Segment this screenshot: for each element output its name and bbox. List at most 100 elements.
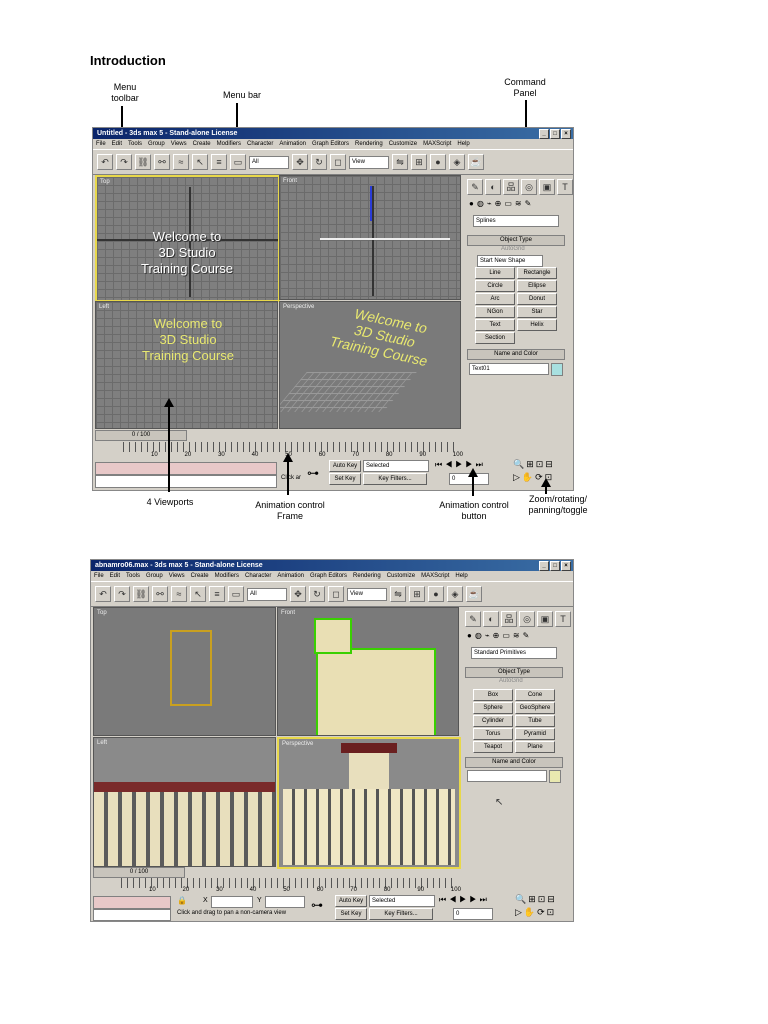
- menu-views[interactable]: Views: [169, 571, 185, 581]
- hierarchy-tab-icon[interactable]: 品: [501, 611, 517, 627]
- undo-icon[interactable]: ↶: [97, 154, 113, 170]
- key-icon[interactable]: ⊶: [311, 898, 323, 912]
- modify-tab-icon[interactable]: ◐: [483, 611, 499, 627]
- key-mode-dropdown[interactable]: Selected: [363, 460, 429, 472]
- section-button[interactable]: Section: [475, 332, 515, 344]
- select-icon[interactable]: ↖: [190, 586, 206, 602]
- auto-key-button[interactable]: Auto Key: [329, 460, 361, 472]
- viewport-front[interactable]: Front: [279, 175, 461, 300]
- menu-customize[interactable]: Customize: [389, 139, 417, 149]
- selection-filter-dropdown[interactable]: All: [249, 155, 289, 169]
- menu-create[interactable]: Create: [193, 139, 211, 149]
- menu-graph-editors[interactable]: Graph Editors: [312, 139, 349, 149]
- set-key-button[interactable]: Set Key: [335, 908, 367, 920]
- y-coordinate-field[interactable]: [265, 896, 305, 908]
- display-tab-icon[interactable]: ▣: [539, 179, 555, 195]
- start-new-shape-checkbox[interactable]: Start New Shape: [477, 255, 543, 267]
- prompt-line[interactable]: [93, 909, 171, 921]
- menu-maxscript[interactable]: MAXScript: [421, 571, 449, 581]
- menu-tools[interactable]: Tools: [128, 139, 142, 149]
- menu-group[interactable]: Group: [146, 571, 163, 581]
- arc-button[interactable]: Arc: [475, 293, 515, 305]
- menu-rendering[interactable]: Rendering: [355, 139, 383, 149]
- cylinder-button[interactable]: Cylinder: [473, 715, 513, 727]
- viewport-top[interactable]: Top Welcome to 3D Studio Training Course: [95, 175, 280, 302]
- prompt-line[interactable]: [95, 475, 277, 488]
- object-color-swatch[interactable]: [551, 363, 563, 376]
- material-editor-icon[interactable]: ●: [430, 154, 446, 170]
- menu-help[interactable]: Help: [457, 139, 469, 149]
- menu-customize[interactable]: Customize: [387, 571, 415, 581]
- key-mode-dropdown[interactable]: Selected: [369, 895, 435, 907]
- rollout-object-type[interactable]: Object Type: [467, 235, 565, 246]
- link-icon[interactable]: ⛓: [135, 154, 151, 170]
- undo-icon[interactable]: ↶: [95, 586, 111, 602]
- key-filters-button[interactable]: Key Filters...: [363, 473, 427, 485]
- pan-orbit-controls[interactable]: ▷✋⟳⊡: [515, 907, 556, 918]
- link-icon[interactable]: ⛓: [133, 586, 149, 602]
- maxscript-listener[interactable]: [95, 462, 277, 475]
- menu-character[interactable]: Character: [247, 139, 273, 149]
- pyramid-button[interactable]: Pyramid: [515, 728, 555, 740]
- mirror-icon[interactable]: ⇋: [392, 154, 408, 170]
- bind-space-warp-icon[interactable]: ≈: [171, 586, 187, 602]
- utilities-tab-icon[interactable]: T: [555, 611, 571, 627]
- time-slider[interactable]: 0 / 100: [93, 867, 185, 878]
- object-name-field[interactable]: [467, 770, 547, 782]
- utilities-tab-icon[interactable]: T: [557, 179, 573, 195]
- viewport-left[interactable]: Left: [93, 737, 276, 867]
- circle-button[interactable]: Circle: [475, 280, 515, 292]
- select-by-name-icon[interactable]: ≡: [211, 154, 227, 170]
- material-editor-icon[interactable]: ●: [428, 586, 444, 602]
- geosphere-button[interactable]: GeoSphere: [515, 702, 555, 714]
- tube-button[interactable]: Tube: [515, 715, 555, 727]
- category-dropdown[interactable]: Standard Primitives: [471, 647, 557, 659]
- select-by-name-icon[interactable]: ≡: [209, 586, 225, 602]
- rectangle-button[interactable]: Rectangle: [517, 267, 557, 279]
- menu-rendering[interactable]: Rendering: [353, 571, 381, 581]
- menu-animation[interactable]: Animation: [279, 139, 306, 149]
- text-button[interactable]: Text: [475, 319, 515, 331]
- maxscript-listener[interactable]: [93, 896, 171, 909]
- torus-button[interactable]: Torus: [473, 728, 513, 740]
- select-rotate-icon[interactable]: ↻: [309, 586, 325, 602]
- display-tab-icon[interactable]: ▣: [537, 611, 553, 627]
- menu-modifiers[interactable]: Modifiers: [215, 571, 239, 581]
- select-rotate-icon[interactable]: ↻: [311, 154, 327, 170]
- menu-maxscript[interactable]: MAXScript: [423, 139, 451, 149]
- create-tab-icon[interactable]: ✎: [467, 179, 483, 195]
- viewport-top[interactable]: Top: [93, 607, 276, 736]
- key-filters-button[interactable]: Key Filters...: [369, 908, 433, 920]
- autogrid-checkbox[interactable]: AutoGrid: [501, 246, 525, 252]
- lock-selection-icon[interactable]: 🔒: [177, 896, 187, 905]
- sphere-button[interactable]: Sphere: [473, 702, 513, 714]
- playback-controls[interactable]: ⏮◀▶▶⏭: [439, 895, 490, 905]
- render-scene-icon[interactable]: ◈: [447, 586, 463, 602]
- object-category-icons[interactable]: ●◍⌁⊕▭≋✎: [469, 199, 534, 208]
- cone-button[interactable]: Cone: [515, 689, 555, 701]
- unlink-icon[interactable]: ⚯: [152, 586, 168, 602]
- key-icon[interactable]: ⊶: [307, 466, 319, 480]
- mirror-icon[interactable]: ⇋: [390, 586, 406, 602]
- bind-space-warp-icon[interactable]: ≈: [173, 154, 189, 170]
- hierarchy-tab-icon[interactable]: 品: [503, 179, 519, 195]
- reference-coord-dropdown[interactable]: View: [349, 155, 389, 169]
- object-category-icons[interactable]: ●◍⌁⊕▭≋✎: [467, 631, 532, 640]
- ngon-button[interactable]: NGon: [475, 306, 515, 318]
- align-icon[interactable]: ⊞: [411, 154, 427, 170]
- autogrid-checkbox[interactable]: AutoGrid: [499, 678, 523, 684]
- helix-button[interactable]: Helix: [517, 319, 557, 331]
- current-frame-field[interactable]: 0: [453, 908, 493, 920]
- select-scale-icon[interactable]: ◻: [328, 586, 344, 602]
- viewport-perspective[interactable]: Perspective Welcome to 3D Studio Trainin…: [279, 301, 461, 429]
- playback-controls[interactable]: ⏮◀▶▶⏭: [435, 460, 486, 470]
- menu-create[interactable]: Create: [191, 571, 209, 581]
- quick-render-icon[interactable]: ☕: [468, 154, 484, 170]
- plane-button[interactable]: Plane: [515, 741, 555, 753]
- ellipse-button[interactable]: Ellipse: [517, 280, 557, 292]
- close-icon[interactable]: ×: [561, 561, 571, 571]
- star-button[interactable]: Star: [517, 306, 557, 318]
- menu-graph-editors[interactable]: Graph Editors: [310, 571, 347, 581]
- select-icon[interactable]: ↖: [192, 154, 208, 170]
- maximize-icon[interactable]: □: [550, 561, 560, 571]
